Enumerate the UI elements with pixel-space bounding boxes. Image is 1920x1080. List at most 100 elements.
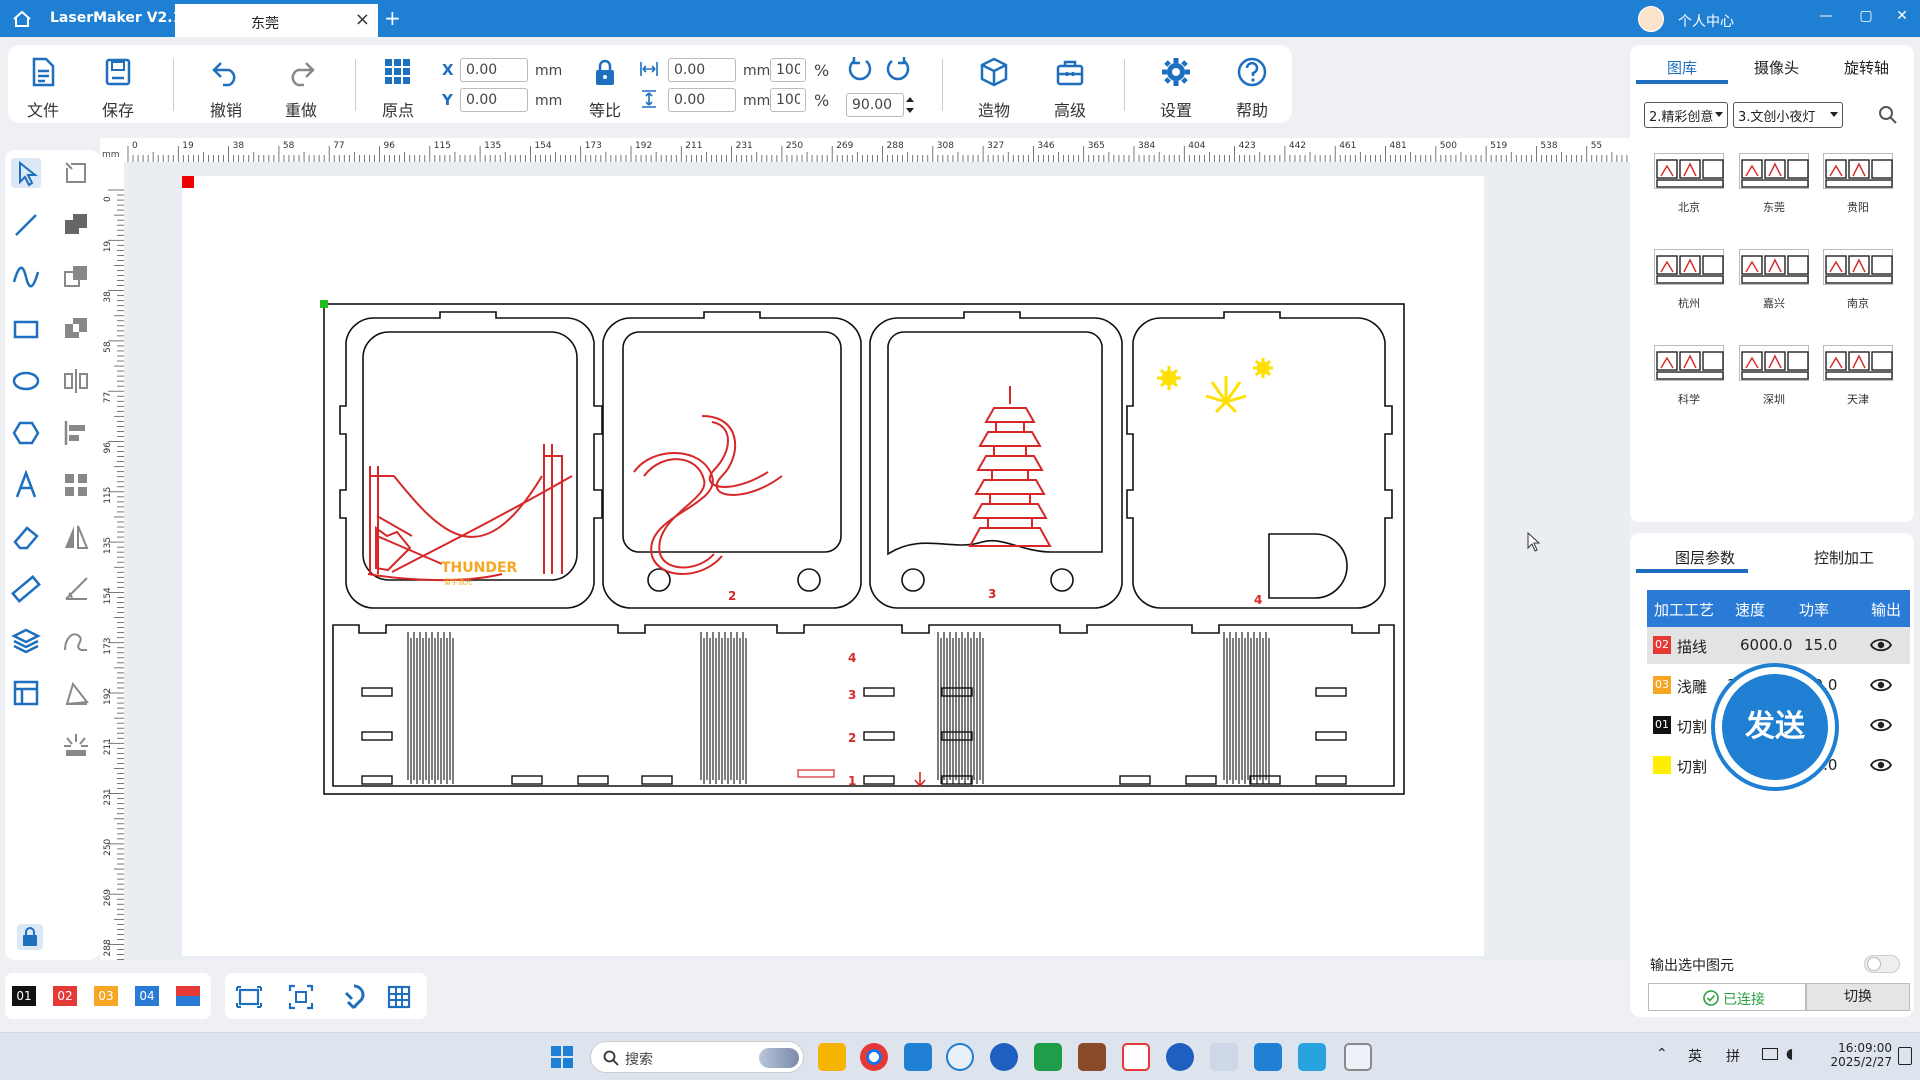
help-button[interactable]: 帮助 bbox=[1220, 45, 1284, 123]
ellipse-tool-icon[interactable] bbox=[11, 366, 41, 396]
library-item-thumbnail[interactable] bbox=[1739, 249, 1809, 285]
search-icon[interactable] bbox=[1878, 105, 1898, 125]
eye-icon[interactable] bbox=[1870, 716, 1892, 734]
layers-icon[interactable] bbox=[11, 626, 41, 656]
build-button[interactable]: 造物 bbox=[962, 45, 1026, 123]
save-button[interactable]: 保存 bbox=[86, 45, 150, 123]
home-icon[interactable] bbox=[10, 8, 34, 30]
close-window-icon[interactable]: ✕ bbox=[1892, 8, 1912, 28]
windows-start-icon[interactable] bbox=[548, 1043, 576, 1071]
path-optimize-icon[interactable] bbox=[61, 626, 91, 656]
network-icon[interactable] bbox=[1762, 1048, 1778, 1060]
send-button[interactable]: 发送 bbox=[1711, 663, 1839, 791]
chrome-icon[interactable] bbox=[860, 1043, 888, 1071]
ratio-lock-button[interactable]: 等比 bbox=[573, 45, 637, 123]
layer-process[interactable]: 切割 bbox=[1677, 756, 1707, 777]
category-select[interactable]: 2.精彩创意 bbox=[1644, 102, 1728, 128]
design-drawing[interactable]: THUNDER 雷宇激光 2 3 4 1 2 3 4 bbox=[182, 176, 1484, 956]
origin-button[interactable]: 原点 bbox=[366, 45, 430, 123]
eye-icon[interactable] bbox=[1870, 676, 1892, 694]
fit-canvas-icon[interactable] bbox=[235, 983, 263, 1011]
eraser-tool-icon[interactable] bbox=[11, 522, 41, 552]
polygon-tool-icon[interactable] bbox=[11, 418, 41, 448]
app-icon-chart[interactable] bbox=[1210, 1043, 1238, 1071]
width-percent-input[interactable] bbox=[770, 58, 806, 82]
design-canvas[interactable]: THUNDER 雷宇激光 2 3 4 1 2 3 4 bbox=[124, 162, 1630, 960]
color-layer-01[interactable]: 01 bbox=[12, 986, 36, 1006]
union-icon[interactable] bbox=[61, 210, 91, 240]
node-edit-icon[interactable] bbox=[61, 158, 91, 188]
laser-position-icon[interactable] bbox=[61, 678, 91, 708]
library-item-thumbnail[interactable] bbox=[1823, 345, 1893, 381]
layer-row[interactable]: 02 描线 6000.0 15.0 bbox=[1647, 627, 1910, 664]
rectangle-tool-icon[interactable] bbox=[11, 314, 41, 344]
measure-tool-icon[interactable] bbox=[11, 574, 41, 604]
output-selected-toggle[interactable] bbox=[1864, 955, 1900, 973]
tab-document[interactable]: 东莞 × bbox=[175, 4, 378, 37]
layer-process[interactable]: 描线 bbox=[1677, 636, 1707, 657]
rotate-cw-icon[interactable] bbox=[884, 55, 912, 83]
library-item-thumbnail[interactable] bbox=[1823, 153, 1893, 189]
volume-icon[interactable]: ◖ bbox=[1786, 1046, 1793, 1062]
layout-icon[interactable] bbox=[11, 678, 41, 708]
mirror-icon[interactable] bbox=[61, 366, 91, 396]
rotation-stepper-icon[interactable] bbox=[905, 93, 915, 117]
library-item-thumbnail[interactable] bbox=[1823, 249, 1893, 285]
switch-button[interactable]: 切换 bbox=[1806, 983, 1910, 1011]
library-item-thumbnail[interactable] bbox=[1739, 153, 1809, 189]
subcategory-select[interactable]: 3.文创小夜灯 bbox=[1733, 102, 1843, 128]
notification-icon[interactable] bbox=[1898, 1047, 1912, 1065]
avatar[interactable] bbox=[1638, 6, 1664, 32]
color-layer-04[interactable]: 04 bbox=[135, 986, 159, 1006]
wps-icon[interactable] bbox=[1122, 1043, 1150, 1071]
flip-icon[interactable] bbox=[61, 522, 91, 552]
app-icon-circle[interactable] bbox=[946, 1043, 974, 1071]
user-center-link[interactable]: 个人中心 bbox=[1678, 11, 1734, 31]
tab-control[interactable]: 控制加工 bbox=[1814, 547, 1874, 568]
more-colors-button[interactable] bbox=[176, 986, 200, 1006]
select-tool-icon[interactable] bbox=[11, 158, 41, 188]
rotation-input[interactable] bbox=[846, 93, 904, 117]
library-item-thumbnail[interactable] bbox=[1654, 153, 1724, 189]
x-input[interactable] bbox=[460, 58, 528, 82]
taskbar-clock[interactable]: 16:09:00 2025/2/27 bbox=[1818, 1041, 1892, 1069]
library-item-thumbnail[interactable] bbox=[1654, 345, 1724, 381]
app-icon-green[interactable] bbox=[1034, 1043, 1062, 1071]
library-item-thumbnail[interactable] bbox=[1739, 345, 1809, 381]
tray-chevron-icon[interactable]: ⌃ bbox=[1656, 1046, 1668, 1062]
intersect-icon[interactable] bbox=[61, 314, 91, 344]
maximize-icon[interactable]: ▢ bbox=[1856, 8, 1876, 28]
fit-selection-icon[interactable] bbox=[287, 983, 315, 1011]
advanced-button[interactable]: 高级 bbox=[1038, 45, 1102, 123]
settings-button[interactable]: 设置 bbox=[1144, 45, 1208, 123]
width-input[interactable] bbox=[668, 58, 736, 82]
app-icon-play[interactable] bbox=[1254, 1043, 1282, 1071]
align-icon[interactable] bbox=[61, 418, 91, 448]
height-percent-input[interactable] bbox=[770, 88, 806, 112]
light-burst-icon[interactable] bbox=[61, 730, 91, 760]
color-layer-02[interactable]: 02 bbox=[53, 986, 77, 1006]
tab-camera[interactable]: 摄像头 bbox=[1754, 57, 1799, 78]
redo-button[interactable]: 重做 bbox=[269, 45, 333, 123]
layer-process[interactable]: 切割 bbox=[1677, 716, 1707, 737]
grid-icon[interactable] bbox=[385, 983, 413, 1011]
height-input[interactable] bbox=[668, 88, 736, 112]
layer-process[interactable]: 浅雕 bbox=[1677, 676, 1707, 697]
app-icon-v[interactable] bbox=[1166, 1043, 1194, 1071]
taskbar-search[interactable]: 搜索 bbox=[590, 1041, 804, 1073]
layer-power[interactable]: 15.0 bbox=[1804, 636, 1837, 654]
tab-library[interactable]: 图库 bbox=[1667, 57, 1697, 78]
eye-icon[interactable] bbox=[1870, 756, 1892, 774]
ime-english[interactable]: 英 bbox=[1688, 1046, 1702, 1066]
new-tab-icon[interactable]: + bbox=[384, 6, 401, 30]
undo-button[interactable]: 撤销 bbox=[194, 45, 258, 123]
ime-pinyin[interactable]: 拼 bbox=[1726, 1046, 1740, 1066]
file-explorer-icon[interactable] bbox=[818, 1043, 846, 1071]
eye-icon[interactable] bbox=[1870, 636, 1892, 654]
app-icon-k[interactable] bbox=[990, 1043, 1018, 1071]
layer-speed[interactable]: 6000.0 bbox=[1740, 636, 1793, 654]
work-area[interactable]: THUNDER 雷宇激光 2 3 4 1 2 3 4 bbox=[182, 176, 1484, 956]
curve-tool-icon[interactable] bbox=[11, 262, 41, 292]
subtract-icon[interactable] bbox=[61, 262, 91, 292]
lasermaker-icon[interactable] bbox=[1298, 1043, 1326, 1071]
